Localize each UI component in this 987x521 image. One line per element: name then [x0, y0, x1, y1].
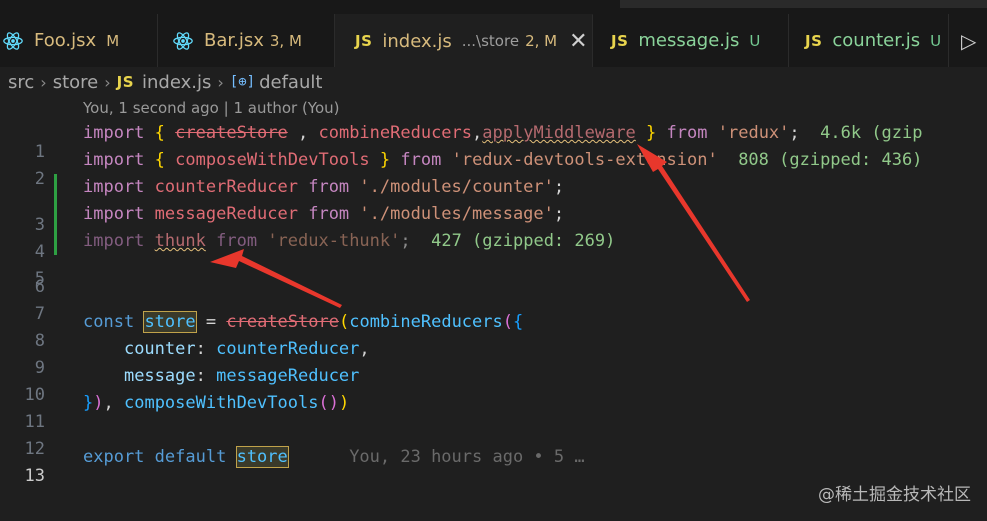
code-line: 5 import thunk from 'redux-thunk'; 427 (…: [0, 228, 987, 289]
codelens-blame-header[interactable]: You, 1 second ago | 1 author (You): [83, 99, 340, 117]
untracked-badge: U: [930, 31, 942, 50]
code-line: 8 const store = createStore(combineReduc…: [0, 309, 987, 351]
js-file-icon: JS: [805, 31, 823, 50]
inline-blame-hint: You, 23 hours ago • 5 …: [349, 447, 585, 467]
code-text: import messageReducer from './modules/me…: [83, 204, 565, 224]
run-button[interactable]: ▷: [949, 14, 987, 67]
code-text: import counterReducer from './modules/co…: [83, 177, 565, 197]
watermark: @稀土掘金技术社区: [818, 485, 971, 505]
js-file-icon: JS: [116, 73, 135, 91]
code-text: import thunk from 'redux-thunk'; 427 (gz…: [83, 231, 616, 251]
untracked-badge: U: [749, 31, 761, 50]
tab-label: message.js: [638, 30, 740, 51]
breadcrumb-file[interactable]: JS index.js: [117, 72, 212, 93]
chevron-right-icon: ›: [104, 72, 111, 92]
close-icon[interactable]: ✕: [569, 29, 587, 54]
tab-message-js[interactable]: JS message.js U: [593, 14, 789, 67]
js-file-icon: JS: [611, 31, 629, 50]
tab-label: Bar.jsx: [204, 30, 264, 51]
code-text: message: messageReducer: [123, 366, 360, 386]
breadcrumb-file-label: index.js: [142, 71, 212, 93]
tab-label: Foo.jsx: [34, 30, 97, 51]
code-line: 9 counter: counterReducer,: [0, 336, 987, 378]
code-line: 10 message: messageReducer: [0, 363, 987, 405]
import-cost-hint: 4.6k (gzip: [820, 123, 923, 143]
js-file-icon: JS: [355, 32, 373, 50]
code-line: 3 import counterReducer from './modules/…: [0, 174, 987, 235]
modified-badge: 2, M: [525, 32, 558, 50]
code-line: 2 import { composeWithDevTools } from 'r…: [0, 147, 987, 189]
code-text: export default store You, 23 hours ago •…: [83, 446, 585, 468]
code-line: 12: [0, 417, 987, 459]
react-icon: [172, 30, 194, 52]
code-line: 4 import messageReducer from './modules/…: [0, 201, 987, 262]
tab-foo-jsx[interactable]: Foo.jsx M: [0, 14, 158, 67]
code-line: 6: [0, 255, 987, 297]
code-text: import { createStore , combineReducers,a…: [83, 123, 923, 143]
react-icon: [2, 30, 24, 52]
editor-tab-bar: Foo.jsx M Bar.jsx 3, M JS index.js ...\s…: [0, 0, 987, 67]
code-line: 1 import { createStore , combineReducers…: [0, 120, 987, 162]
tab-bar-jsx[interactable]: Bar.jsx 3, M: [158, 14, 335, 67]
breadcrumb-src[interactable]: src: [8, 72, 34, 93]
git-added-marker: [54, 201, 57, 228]
code-line: 7: [0, 282, 987, 324]
import-cost-hint: 427 (gzipped: 269): [431, 231, 616, 251]
git-added-marker: [54, 174, 57, 201]
breadcrumb-store[interactable]: store: [53, 72, 99, 93]
tab-label: counter.js: [832, 30, 921, 51]
code-text: import { composeWithDevTools } from 'red…: [83, 150, 923, 170]
git-added-marker: [54, 228, 57, 255]
code-text: }), composeWithDevTools()): [83, 393, 350, 413]
tab-index-js[interactable]: JS index.js ...\store 2, M ✕: [335, 14, 593, 67]
code-line-current: 13 export default store You, 23 hours ag…: [0, 444, 987, 486]
play-icon: ▷: [961, 28, 977, 53]
chevron-right-icon: ›: [40, 72, 47, 92]
code-text: const store = createStore(combineReducer…: [83, 311, 524, 333]
tab-path-description: ...\store: [461, 32, 520, 50]
modified-badge: M: [106, 31, 120, 50]
tab-counter-js[interactable]: JS counter.js U: [789, 14, 949, 67]
breadcrumb-symbol[interactable]: [⊕] default: [230, 72, 323, 93]
code-line: 11 }), composeWithDevTools()): [0, 390, 987, 432]
tab-overflow-strip: [620, 0, 987, 8]
modified-badge: 3, M: [269, 31, 302, 50]
tab-label: index.js: [382, 30, 452, 52]
chevron-right-icon: ›: [217, 72, 224, 92]
code-text: counter: counterReducer,: [123, 339, 370, 359]
variable-symbol-icon: [⊕]: [229, 74, 256, 90]
breadcrumb: src › store › JS index.js › [⊕] default: [0, 67, 987, 97]
breadcrumb-symbol-label: default: [259, 71, 323, 93]
import-cost-hint: 808 (gzipped: 436): [738, 150, 923, 170]
line-number: 13: [24, 466, 45, 486]
